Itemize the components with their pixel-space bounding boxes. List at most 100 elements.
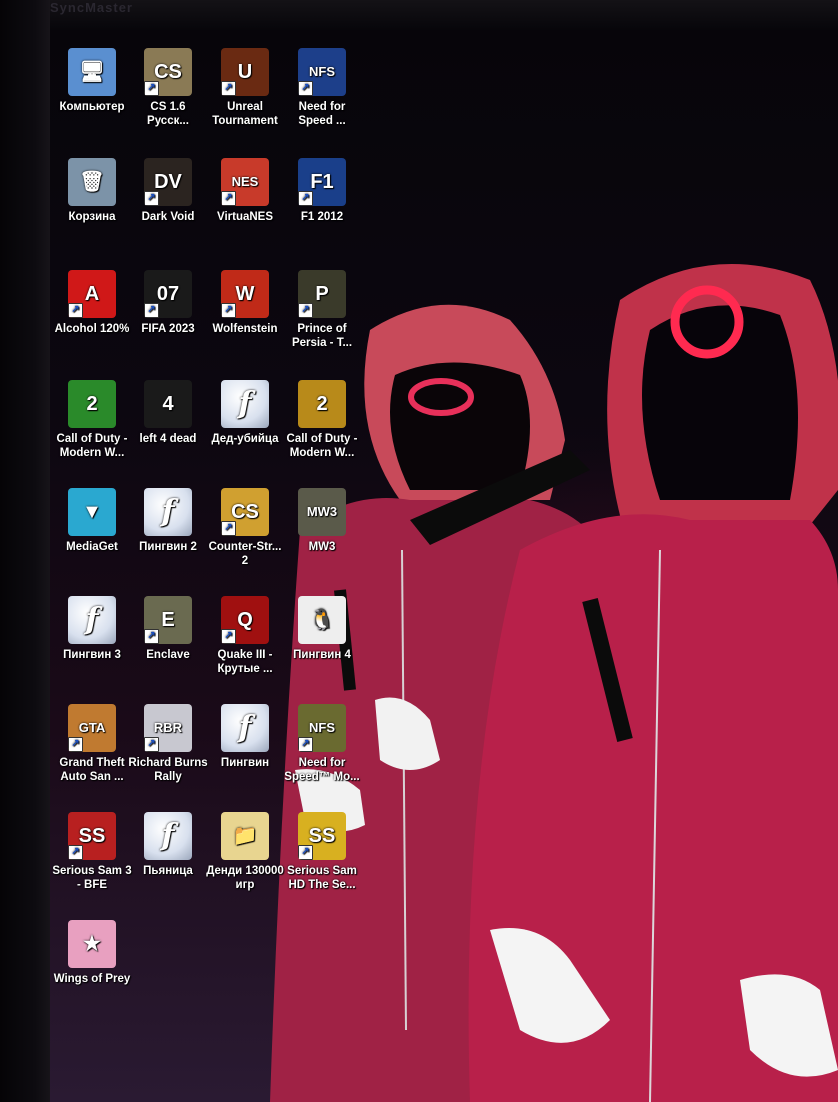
desktop-shortcut-flash[interactable]: f Пьяница: [128, 812, 208, 878]
flash-icon: f: [221, 704, 269, 752]
desktop-shortcut-label: Prince of Persia - T...: [291, 323, 353, 349]
desktop-shortcut-gta[interactable]: GTA ↗ Grand Theft Auto San ...: [52, 704, 132, 784]
shortcut-arrow-icon: ↗: [221, 521, 236, 536]
nfs-icon: NFS ↗: [298, 48, 346, 96]
shortcut-arrow-icon: ↗: [68, 303, 83, 318]
flash-icon: f: [144, 488, 192, 536]
shortcut-arrow-icon: ↗: [221, 303, 236, 318]
desktop-shortcut-serioussam[interactable]: SS ↗ Serious Sam 3 - BFE: [52, 812, 132, 892]
desktop-shortcut-flash[interactable]: f Дед-убийца: [205, 380, 285, 446]
desktop-shortcut-label: left 4 dead: [139, 433, 197, 445]
shortcut-arrow-icon: ↗: [144, 191, 159, 206]
mediaget-icon: ▼: [68, 488, 116, 536]
desktop-shortcut-label: VirtuaNES: [216, 211, 274, 223]
monitor-bezel-left: [0, 0, 50, 1102]
desktop-shortcut-l4d[interactable]: 4 left 4 dead: [128, 380, 208, 446]
desktop-shortcut-label: Richard Burns Rally: [128, 757, 208, 783]
desktop-shortcut-label: Counter-Str... 2: [208, 541, 282, 567]
shortcut-arrow-icon: ↗: [221, 191, 236, 206]
desktop-shortcut-flash[interactable]: f Пингвин 3: [52, 596, 132, 662]
desktop-shortcut-label: Enclave: [146, 649, 190, 661]
desktop-shortcut-darkvoid[interactable]: DV ↗ Dark Void: [128, 158, 208, 224]
desktop-shortcut-label: Grand Theft Auto San ...: [59, 757, 125, 783]
fifa-icon: 07 ↗: [144, 270, 192, 318]
desktop-shortcut-cod[interactable]: 2 Call of Duty - Modern W...: [282, 380, 362, 460]
l4d-icon: 4: [144, 380, 192, 428]
desktop-shortcut-penguin[interactable]: 🐧 Пингвин 4: [282, 596, 362, 662]
shortcut-arrow-icon: ↗: [298, 191, 313, 206]
f1-icon: F1 ↗: [298, 158, 346, 206]
cod-icon: 2: [68, 380, 116, 428]
desktop-shortcut-nfsmw[interactable]: NFS ↗ Need for Speed™ Mo...: [282, 704, 362, 784]
prince-icon: P ↗: [298, 270, 346, 318]
shortcut-arrow-icon: ↗: [144, 81, 159, 96]
desktop-shortcut-label: Dark Void: [141, 211, 195, 223]
serioussam-icon: SS ↗: [68, 812, 116, 860]
shortcut-arrow-icon: ↗: [144, 737, 159, 752]
desktop-shortcut-flash[interactable]: f Пингвин 2: [128, 488, 208, 554]
desktop-shortcut-virtuanes[interactable]: NES ↗ VirtuaNES: [205, 158, 285, 224]
desktop-shortcut-cs[interactable]: CS ↗ CS 1.6 Русск...: [128, 48, 208, 128]
quake-icon: Q ↗: [221, 596, 269, 644]
desktop-shortcut-label: Need for Speed™ Mo...: [284, 757, 360, 783]
desktop-shortcut-computer[interactable]: 🖥 Компьютер: [52, 48, 132, 114]
desktop-shortcut-flash[interactable]: f Пингвин: [205, 704, 285, 770]
desktop-shortcut-label: Wings of Prey: [53, 973, 131, 985]
shortcut-arrow-icon: ↗: [221, 81, 236, 96]
desktop-shortcut-label: CS 1.6 Русск...: [147, 101, 189, 127]
rbr-icon: RBR ↗: [144, 704, 192, 752]
flash-icon: f: [68, 596, 116, 644]
shortcut-arrow-icon: ↗: [298, 845, 313, 860]
desktop-shortcut-nfs[interactable]: NFS ↗ Need for Speed ...: [282, 48, 362, 128]
flash-icon: f: [221, 380, 269, 428]
desktop-shortcut-unreal[interactable]: U ↗ Unreal Tournament: [205, 48, 285, 128]
desktop-shortcut-label: F1 2012: [300, 211, 344, 223]
desktop-shortcut-mediaget[interactable]: ▼ MediaGet: [52, 488, 132, 554]
cs-icon: CS ↗: [144, 48, 192, 96]
desktop-shortcut-label: Компьютер: [59, 101, 125, 113]
desktop-shortcut-label: Денди 130000 игр: [206, 865, 284, 891]
wingsofprey-icon: ★: [68, 920, 116, 968]
desktop-shortcut-alcohol[interactable]: A ↗ Alcohol 120%: [52, 270, 132, 336]
desktop-shortcut-wingsofprey[interactable]: ★ Wings of Prey: [52, 920, 132, 986]
desktop-shortcut-label: Need for Speed ...: [298, 101, 346, 127]
desktop-shortcut-recycle-bin[interactable]: 🗑 Корзина: [52, 158, 132, 224]
penguin-icon: 🐧: [298, 596, 346, 644]
shortcut-arrow-icon: ↗: [298, 81, 313, 96]
desktop-shortcut-label: Alcohol 120%: [54, 323, 130, 335]
desktop-shortcut-enclave[interactable]: E ↗ Enclave: [128, 596, 208, 662]
desktop-shortcut-label: MW3: [308, 541, 336, 553]
darkvoid-icon: DV ↗: [144, 158, 192, 206]
desktop-shortcut-serioussam-hd[interactable]: SS ↗ Serious Sam HD The Se...: [282, 812, 362, 892]
desktop-shortcut-quake[interactable]: Q ↗ Quake III - Крутые ...: [205, 596, 285, 676]
shortcut-arrow-icon: ↗: [144, 629, 159, 644]
folder-icon: 📁: [221, 812, 269, 860]
desktop-shortcut-mw3[interactable]: MW3 MW3: [282, 488, 362, 554]
desktop-shortcut-fifa[interactable]: 07 ↗ FIFA 2023: [128, 270, 208, 336]
desktop-shortcut-f1[interactable]: F1 ↗ F1 2012: [282, 158, 362, 224]
desktop-shortcut-label: Serious Sam HD The Se...: [287, 865, 357, 891]
monitor-brand: SyncMaster: [50, 0, 133, 15]
desktop-shortcut-label: Quake III - Крутые ...: [217, 649, 273, 675]
desktop-shortcut-prince[interactable]: P ↗ Prince of Persia - T...: [282, 270, 362, 350]
flash-icon: f: [144, 812, 192, 860]
serioussam-hd-icon: SS ↗: [298, 812, 346, 860]
desktop-shortcut-label: Пингвин: [220, 757, 270, 769]
shortcut-arrow-icon: ↗: [298, 303, 313, 318]
desktop: 🖥 Компьютер CS ↗ CS 1.6 Русск... U ↗ Unreal Tou…: [50, 30, 838, 1102]
desktop-shortcut-label: Пингвин 2: [139, 541, 197, 553]
desktop-shortcut-cs2[interactable]: CS ↗ Counter-Str... 2: [205, 488, 285, 568]
desktop-shortcut-label: Call of Duty - Modern W...: [286, 433, 358, 459]
desktop-shortcut-folder[interactable]: 📁 Денди 130000 игр: [205, 812, 285, 892]
unreal-icon: U ↗: [221, 48, 269, 96]
desktop-shortcut-label: Wolfenstein: [212, 323, 278, 335]
desktop-shortcut-cod[interactable]: 2 Call of Duty - Modern W...: [52, 380, 132, 460]
desktop-shortcut-label: Call of Duty - Modern W...: [56, 433, 128, 459]
nfsmw-icon: NFS ↗: [298, 704, 346, 752]
cod-icon: 2: [298, 380, 346, 428]
recycle-bin-icon: 🗑: [68, 158, 116, 206]
desktop-shortcut-label: Дед-убийца: [211, 433, 279, 445]
virtuanes-icon: NES ↗: [221, 158, 269, 206]
desktop-shortcut-wolfenstein[interactable]: W ↗ Wolfenstein: [205, 270, 285, 336]
desktop-shortcut-rbr[interactable]: RBR ↗ Richard Burns Rally: [128, 704, 208, 784]
